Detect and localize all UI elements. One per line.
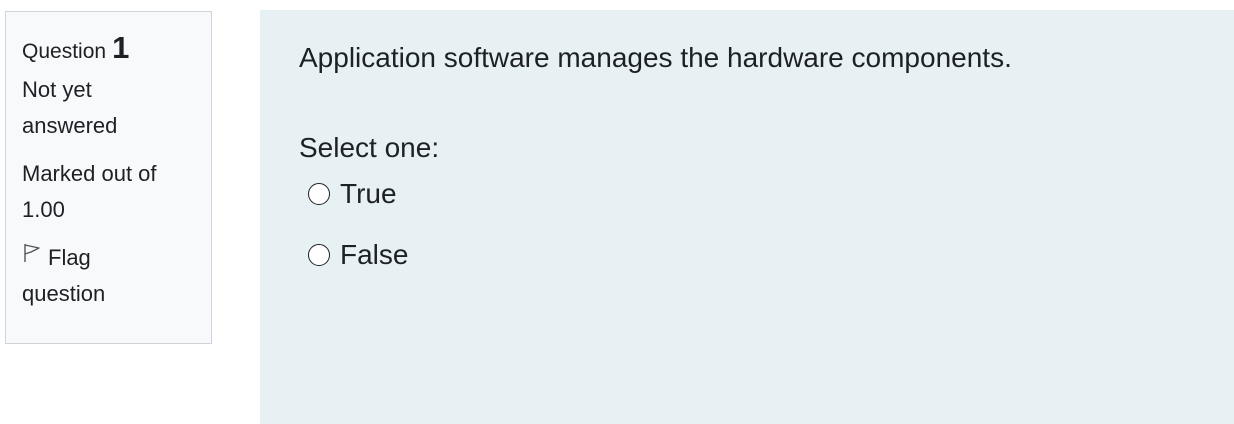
option-label[interactable]: True [340,178,397,210]
answer-option-true[interactable]: True [308,174,1234,214]
flag-label[interactable]: question [22,276,195,312]
question-heading: Question 1 [22,32,195,64]
question-number: 1 [112,30,130,65]
flag-outline-icon[interactable] [22,238,42,274]
question-label: Question [22,40,107,63]
quiz-page: Question 1 Not yet answered Marked out o… [0,0,1234,424]
radio-button[interactable] [308,244,330,266]
question-state: Not yet answered [22,72,195,144]
answer-options: True False [299,174,1234,286]
question-info-panel: Question 1 Not yet answered Marked out o… [5,11,212,344]
question-state-line: answered [22,113,118,138]
flag-question-link[interactable]: Flag question [22,240,195,312]
select-prompt: Select one: [299,132,440,163]
question-text: Application software manages the hardwar… [299,42,1012,73]
question-grade-line: Marked out of [22,161,157,186]
flag-label[interactable]: Flag [48,245,91,270]
question-grade: Marked out of 1.00 [22,156,195,228]
answer-option-false[interactable]: False [308,224,1234,286]
radio-button[interactable] [308,183,330,205]
question-grade-line: 1.00 [22,197,65,222]
question-state-line: Not yet [22,77,92,102]
question-content: Application software manages the hardwar… [260,10,1234,424]
option-label[interactable]: False [340,239,408,271]
